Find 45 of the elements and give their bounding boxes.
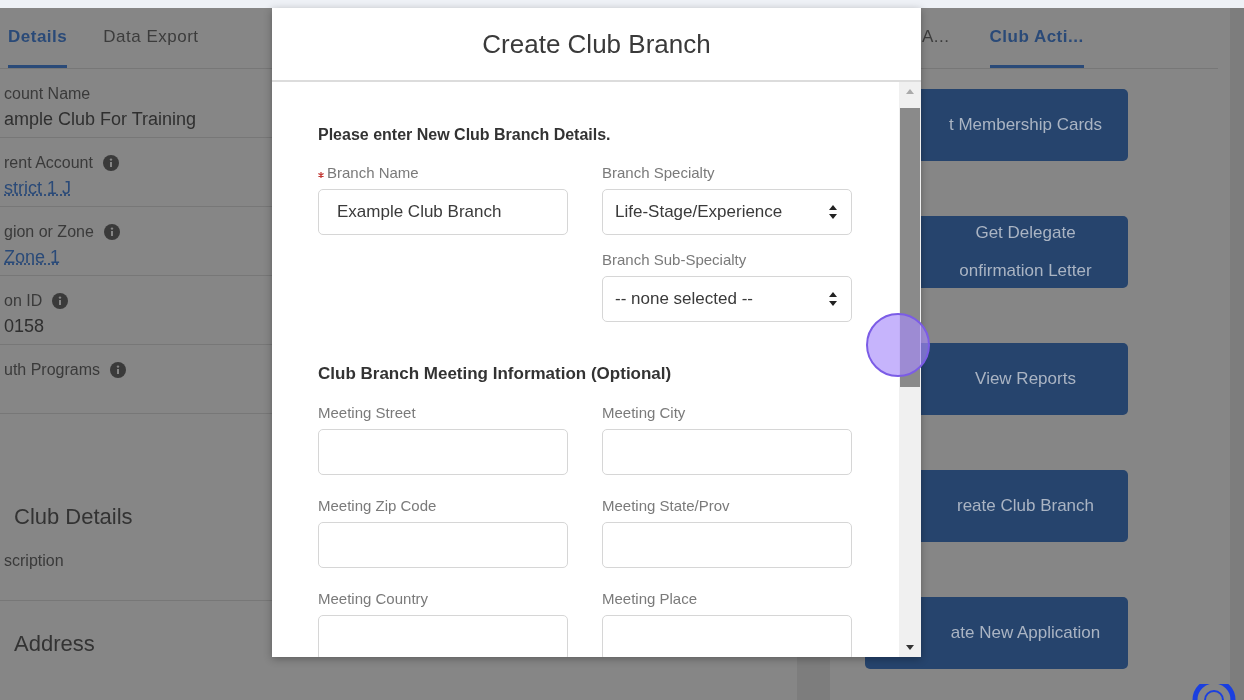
field-label: Meeting State/Prov <box>602 497 731 514</box>
tab[interactable]: Data Export <box>103 27 199 68</box>
field-label: scription <box>4 551 64 571</box>
text-field[interactable] <box>602 429 852 475</box>
scroll-up-icon[interactable] <box>905 88 915 96</box>
scrollbar[interactable] <box>899 82 921 657</box>
field-link[interactable]: Zone 1 <box>4 247 61 268</box>
field-label: gion or Zone <box>4 223 94 241</box>
field-link[interactable]: strict 1 J <box>4 178 71 199</box>
field-label: Branch Name <box>318 164 568 181</box>
field-label: rent Account <box>4 154 93 172</box>
form-intro: Please enter New Club Branch Details. <box>318 126 612 144</box>
modal-title: Create Club Branch <box>272 8 921 82</box>
field-label: on ID <box>4 292 43 310</box>
field-label: Meeting Place <box>602 590 699 607</box>
select-field[interactable]: -- none selected -- <box>602 276 852 322</box>
select-field[interactable]: Life-Stage/Experience <box>602 189 852 235</box>
text-field[interactable] <box>318 522 568 568</box>
field-label: count Name <box>4 85 91 103</box>
text-field[interactable] <box>318 429 568 475</box>
tab[interactable]: Details <box>8 27 68 68</box>
text-field[interactable] <box>318 615 568 657</box>
field-label: Meeting Zip Code <box>318 497 438 514</box>
field-label: Meeting City <box>602 404 687 421</box>
tab[interactable]: A... <box>922 27 950 68</box>
field-label: uth Programs <box>4 361 101 379</box>
field-label: Branch Sub-Specialty <box>602 251 748 268</box>
text-field[interactable] <box>602 615 852 657</box>
field-value: 0158 <box>4 316 45 337</box>
section-heading: Club Branch Meeting Information (Optional) <box>318 364 673 384</box>
field-label: Meeting Street <box>318 404 417 421</box>
help-icon[interactable] <box>1192 684 1236 700</box>
spinner-arrows-icon <box>829 204 837 220</box>
spinner-arrows-icon <box>829 291 837 307</box>
tab[interactable]: Club Acti... <box>989 27 1084 68</box>
scroll-down-icon[interactable] <box>905 643 915 651</box>
required-star-icon <box>318 172 324 178</box>
text-field[interactable] <box>602 522 852 568</box>
field-value: ample Club For Training <box>4 109 197 130</box>
section-title: Club Details <box>14 504 133 530</box>
section-title: Address <box>14 631 95 657</box>
field-label: Branch Specialty <box>602 164 716 181</box>
field-label: Meeting Country <box>318 590 430 607</box>
text-field[interactable]: Example Club Branch <box>318 189 568 235</box>
click-indicator <box>866 313 930 377</box>
